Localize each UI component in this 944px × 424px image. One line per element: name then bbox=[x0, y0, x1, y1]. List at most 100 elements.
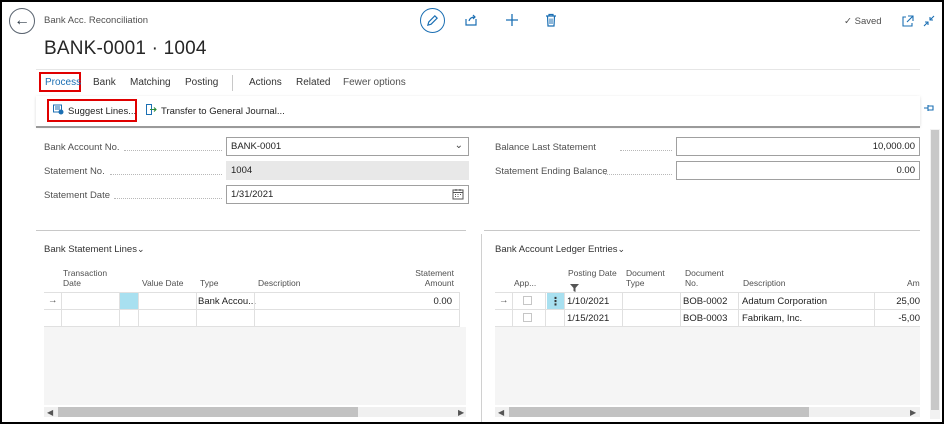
scrollbar-thumb[interactable] bbox=[58, 407, 358, 417]
actionbar-divider bbox=[36, 69, 920, 70]
transfer-label: Transfer to General Journal... bbox=[161, 105, 285, 117]
delete-icon[interactable] bbox=[545, 13, 557, 32]
chevron-down-icon: ⌄ bbox=[136, 244, 145, 254]
transfer-icon bbox=[146, 104, 157, 118]
row-amount[interactable]: 25,00 bbox=[879, 296, 920, 307]
col-document-type[interactable]: Document Type bbox=[626, 268, 671, 288]
grid-line bbox=[738, 292, 739, 327]
check-icon: ✓ bbox=[844, 16, 852, 27]
col-posting-date[interactable]: Posting Date bbox=[568, 268, 617, 278]
share-icon[interactable] bbox=[464, 13, 478, 32]
breadcrumb: Bank Acc. Reconciliation bbox=[44, 15, 149, 26]
grid-line bbox=[512, 292, 513, 327]
grid-line bbox=[564, 292, 565, 327]
tab-actions[interactable]: Actions bbox=[249, 77, 282, 88]
transfer-to-general-journal-button[interactable]: Transfer to General Journal... bbox=[146, 104, 285, 118]
field-leader bbox=[114, 198, 222, 199]
back-arrow-icon[interactable]: ← bbox=[9, 8, 35, 34]
statement-no-label: Statement No. bbox=[44, 166, 105, 177]
edit-icon[interactable] bbox=[420, 8, 445, 33]
field-leader bbox=[605, 174, 672, 175]
tab-related[interactable]: Related bbox=[296, 77, 330, 88]
scroll-left-icon[interactable]: ◀ bbox=[498, 408, 504, 417]
bank-account-no-field[interactable]: BANK-0001 ⌄ bbox=[226, 137, 469, 156]
ledger-entries-title[interactable]: Bank Account Ledger Entries⌄ bbox=[495, 244, 625, 255]
part-divider bbox=[36, 230, 466, 231]
col-statement-amount[interactable]: Statement Amount bbox=[406, 268, 454, 288]
statement-no-field: 1004 bbox=[226, 161, 469, 180]
row-statement-amount[interactable]: 0.00 bbox=[410, 296, 453, 307]
grid-empty-area bbox=[495, 327, 920, 405]
grid-line bbox=[254, 292, 255, 327]
row-type[interactable]: Bank Accou... bbox=[198, 296, 256, 307]
row-description[interactable]: Adatum Corporation bbox=[742, 296, 827, 307]
row-amount[interactable]: -5,00 bbox=[879, 313, 920, 324]
col-value-date[interactable]: Value Date bbox=[142, 278, 183, 288]
saved-label: Saved bbox=[854, 16, 882, 27]
add-icon[interactable] bbox=[505, 13, 519, 32]
field-leader bbox=[620, 150, 672, 151]
tab-matching[interactable]: Matching bbox=[130, 77, 171, 88]
row-description[interactable]: Fabrikam, Inc. bbox=[742, 313, 802, 324]
applied-checkbox[interactable] bbox=[523, 296, 532, 305]
header-rule bbox=[36, 126, 920, 128]
page-frame: ← Bank Acc. Reconciliation BANK-0001 · 1… bbox=[0, 0, 944, 424]
scrollbar-thumb[interactable] bbox=[931, 130, 939, 410]
part-splitter[interactable] bbox=[481, 234, 482, 422]
col-type[interactable]: Type bbox=[200, 278, 218, 288]
row-arrow-icon: → bbox=[499, 295, 509, 306]
grid-line bbox=[196, 292, 197, 327]
table-row[interactable] bbox=[44, 309, 460, 327]
ledger-entries-label: Bank Account Ledger Entries bbox=[495, 244, 618, 255]
field-leader bbox=[110, 174, 222, 175]
suggest-lines-label: Suggest Lines... bbox=[68, 105, 137, 117]
bank-statement-lines-title[interactable]: Bank Statement Lines⌄ bbox=[44, 244, 145, 255]
field-leader bbox=[124, 150, 222, 151]
row-posting-date[interactable]: 1/10/2021 bbox=[567, 296, 609, 307]
bank-statement-lines-label: Bank Statement Lines bbox=[44, 244, 137, 255]
chevron-down-icon: ⌄ bbox=[617, 244, 626, 254]
row-posting-date[interactable]: 1/15/2021 bbox=[567, 313, 609, 324]
statement-date-field[interactable]: 1/31/2021 bbox=[226, 185, 469, 204]
col-transaction-date[interactable]: Transaction Date bbox=[63, 268, 123, 288]
collapse-icon[interactable] bbox=[923, 14, 935, 32]
scrollbar-thumb[interactable] bbox=[509, 407, 809, 417]
balance-last-statement-field[interactable]: 10,000.00 bbox=[676, 137, 920, 156]
grid-line bbox=[545, 292, 546, 327]
row-menu-icon[interactable]: ⋮ bbox=[547, 293, 564, 309]
row-document-no[interactable]: BOB-0003 bbox=[683, 313, 727, 324]
tab-separator bbox=[232, 75, 233, 91]
saved-status: ✓ Saved bbox=[844, 16, 882, 27]
tab-process[interactable]: Process bbox=[45, 77, 81, 88]
suggest-lines-button[interactable]: Suggest Lines... bbox=[53, 104, 136, 118]
pin-icon[interactable] bbox=[923, 103, 935, 116]
scroll-right-icon[interactable]: ▶ bbox=[458, 408, 464, 417]
col-amount[interactable]: Am bbox=[907, 278, 920, 288]
chevron-down-icon[interactable]: ⌄ bbox=[455, 140, 463, 151]
row-arrow-icon: → bbox=[48, 295, 58, 306]
open-in-new-icon[interactable] bbox=[902, 14, 914, 32]
grid-line bbox=[61, 292, 62, 327]
col-description[interactable]: Description bbox=[258, 278, 301, 288]
row-document-no[interactable]: BOB-0002 bbox=[683, 296, 727, 307]
grid-line bbox=[874, 292, 875, 327]
col-document-no[interactable]: Document No. bbox=[685, 268, 727, 288]
calendar-icon[interactable] bbox=[452, 188, 464, 203]
col-applied[interactable]: App... bbox=[514, 278, 536, 288]
applied-checkbox[interactable] bbox=[523, 313, 532, 322]
selected-cell[interactable] bbox=[120, 293, 138, 309]
grid-line bbox=[622, 292, 623, 327]
tab-fewer-options[interactable]: Fewer options bbox=[343, 77, 406, 88]
grid-line bbox=[119, 292, 120, 327]
statement-ending-balance-field[interactable]: 0.00 bbox=[676, 161, 920, 180]
grid-empty-area bbox=[44, 327, 466, 405]
tab-bank[interactable]: Bank bbox=[93, 77, 116, 88]
grid-line bbox=[459, 292, 460, 327]
scroll-left-icon[interactable]: ◀ bbox=[47, 408, 53, 417]
tab-posting[interactable]: Posting bbox=[185, 77, 218, 88]
scroll-right-icon[interactable]: ▶ bbox=[910, 408, 916, 417]
bank-account-no-value: BANK-0001 bbox=[231, 141, 282, 152]
statement-ending-balance-label: Statement Ending Balance bbox=[495, 166, 608, 177]
statement-date-value: 1/31/2021 bbox=[231, 189, 274, 200]
col-description[interactable]: Description bbox=[743, 278, 786, 288]
